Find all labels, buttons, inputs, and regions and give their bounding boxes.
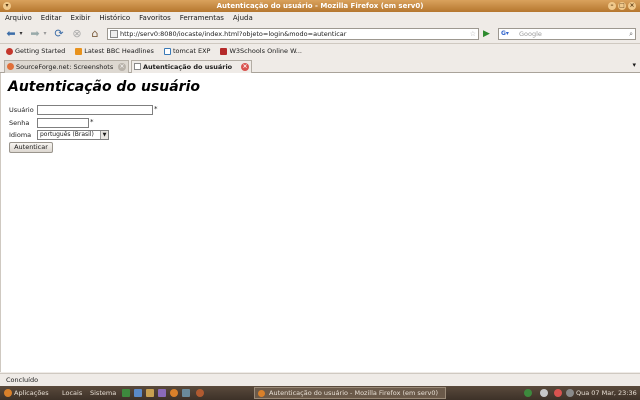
search-input[interactable]: G▾ Google ⌕ (498, 28, 636, 40)
site-favicon-icon (110, 30, 118, 38)
google-engine-icon[interactable]: G▾ (501, 30, 515, 38)
idioma-select[interactable]: português (Brasil) ▼ (37, 130, 109, 140)
menu-editar[interactable]: Editar (41, 12, 62, 24)
page-content: Autenticação do usuário Usuário * Senha … (0, 73, 640, 372)
senha-required-marker: * (90, 118, 94, 126)
usuario-label: Usuário (9, 106, 34, 114)
idioma-label: Idioma (9, 131, 32, 139)
autenticar-button[interactable]: Autenticar (9, 142, 53, 153)
menu-favoritos[interactable]: Favoritos (139, 12, 171, 24)
bookmark-label: W3Schools Online W... (229, 47, 302, 55)
status-bar: Concluído (0, 373, 640, 386)
chevron-down-icon: ▼ (100, 131, 108, 139)
taskbar-clock[interactable]: Qua 07 Mar, 23:36 (576, 386, 637, 400)
taskbar-window-label: Autenticação do usuário - Mozilla Firefo… (269, 389, 439, 397)
firefox-window-icon (258, 390, 265, 397)
gnome-taskbar: Aplicações Locais Sistema Autenticação d… (0, 386, 640, 400)
menu-exibir[interactable]: Exibir (71, 12, 91, 24)
files-launcher-icon[interactable] (146, 389, 154, 397)
tab-sourceforge[interactable]: SourceForge.net: Screenshots × (4, 60, 129, 73)
search-placeholder: Google (519, 30, 542, 38)
bookmark-getting-started[interactable]: Getting Started (6, 45, 65, 58)
page-icon (163, 48, 171, 55)
usuario-required-marker: * (154, 105, 158, 113)
app-launcher-icon[interactable] (158, 389, 166, 397)
bookmark-bbc-headlines[interactable]: Latest BBC Headlines (75, 45, 154, 58)
firefox-quick-icon[interactable] (196, 389, 204, 397)
forward-arrow-icon[interactable]: ➡ (28, 27, 42, 41)
bookmark-tomcat-exp[interactable]: tomcat EXP (163, 45, 211, 58)
network-tray-icon[interactable] (524, 389, 532, 397)
menu-historico[interactable]: Histórico (99, 12, 130, 24)
url-text: http://serv0:8080/iocaste/index.html?obj… (120, 30, 347, 38)
firefox-icon (6, 48, 13, 55)
bookmarks-toolbar: Getting Started Latest BBC Headlines tom… (0, 45, 640, 58)
rss-icon (75, 48, 83, 55)
window-titlebar: Autenticação do usuário - Mozilla Firefo… (0, 0, 640, 12)
bookmark-star-icon[interactable]: ☆ (470, 29, 476, 39)
page-title: Autenticação do usuário (8, 79, 200, 95)
menu-arquivo[interactable]: Arquivo (5, 12, 32, 24)
app2-launcher-icon[interactable] (182, 389, 190, 397)
home-icon[interactable]: ⌂ (88, 27, 102, 41)
search-icon[interactable]: ⌕ (629, 29, 633, 39)
menu-ajuda[interactable]: Ajuda (233, 12, 253, 24)
window-menu-icon[interactable]: ▾ (3, 2, 11, 10)
reload-icon[interactable]: ⟳ (52, 27, 66, 41)
senha-input[interactable] (37, 118, 89, 128)
sourceforge-favicon-icon (7, 63, 14, 70)
bookmark-label: tomcat EXP (172, 47, 211, 55)
editor-launcher-icon[interactable] (134, 389, 142, 397)
minimize-icon[interactable]: – (608, 2, 616, 10)
window-title: Autenticação do usuário - Mozilla Firefo… (216, 2, 424, 10)
navigation-toolbar: ⬅ ▾ ➡ ▾ ⟳ ⊗ ⌂ http://serv0:8080/iocaste/… (0, 24, 640, 44)
idioma-selected-value: português (Brasil) (40, 131, 94, 138)
page-favicon-icon (134, 63, 141, 70)
menu-bar: Arquivo Editar Exibir Histórico Favorito… (0, 12, 640, 24)
volume-tray-icon[interactable] (540, 389, 548, 397)
bookmark-w3schools[interactable]: W3Schools Online W... (220, 45, 302, 58)
battery-tray-icon[interactable] (566, 389, 574, 397)
back-history-dropdown-icon[interactable]: ▾ (18, 27, 24, 41)
tab-strip: SourceForge.net: Screenshots × Autentica… (0, 59, 640, 73)
menu-ferramentas[interactable]: Ferramentas (180, 12, 224, 24)
url-input[interactable]: http://serv0:8080/iocaste/index.html?obj… (107, 28, 479, 40)
taskbar-menu-sistema[interactable]: Sistema (90, 386, 116, 400)
bookmark-label: Latest BBC Headlines (84, 47, 154, 55)
forward-history-dropdown-icon[interactable]: ▾ (42, 27, 48, 41)
tab-list-icon[interactable]: ▾ (632, 61, 636, 69)
maximize-icon[interactable]: □ (618, 2, 626, 10)
stop-icon[interactable]: ⊗ (70, 27, 84, 41)
close-icon[interactable]: × (628, 2, 636, 10)
tab-label: SourceForge.net: Screenshots (16, 63, 114, 71)
back-arrow-icon[interactable]: ⬅ (4, 27, 18, 41)
power-tray-icon[interactable] (554, 389, 562, 397)
taskbar-menu-aplicacoes[interactable]: Aplicações (14, 386, 49, 400)
close-tab-icon[interactable]: × (241, 63, 249, 71)
taskbar-menu-locais[interactable]: Locais (62, 386, 82, 400)
status-text: Concluído (6, 376, 39, 384)
w3schools-icon (220, 48, 228, 55)
usuario-input[interactable] (37, 105, 153, 115)
firefox-launcher-icon[interactable] (170, 389, 178, 397)
go-arrow-icon[interactable]: ▶ (483, 28, 493, 40)
senha-label: Senha (9, 119, 30, 127)
tab-label: Autenticação do usuário (143, 63, 233, 71)
ubuntu-logo-icon[interactable] (4, 389, 12, 397)
taskbar-window-firefox[interactable]: Autenticação do usuário - Mozilla Firefo… (254, 387, 446, 399)
bookmark-label: Getting Started (15, 47, 66, 55)
close-tab-icon[interactable]: × (118, 63, 126, 71)
terminal-launcher-icon[interactable] (122, 389, 130, 397)
tab-autenticacao[interactable]: Autenticação do usuário × (131, 60, 252, 73)
